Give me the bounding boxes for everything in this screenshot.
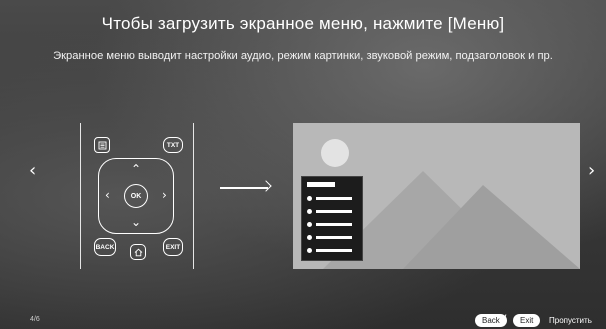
down-arrow-icon: ⌄ bbox=[131, 215, 142, 229]
home-button bbox=[130, 244, 146, 260]
prev-arrow-button[interactable]: ‹ bbox=[29, 160, 36, 181]
dpad: ⌃ ⌄ ‹ › OK bbox=[98, 158, 174, 234]
separator-slash: / bbox=[503, 312, 507, 326]
up-arrow-icon: ⌃ bbox=[131, 162, 142, 176]
menu-item bbox=[307, 195, 352, 201]
menu-icon bbox=[98, 141, 106, 149]
ok-button: OK bbox=[124, 184, 148, 208]
exit-button[interactable]: Exit bbox=[513, 314, 541, 327]
right-arrow-icon: › bbox=[162, 188, 167, 202]
menu-title-bar bbox=[307, 182, 335, 187]
menu-item bbox=[307, 234, 352, 240]
screen-preview bbox=[293, 123, 580, 269]
menu-item bbox=[307, 221, 352, 227]
skip-button[interactable]: Пропустить bbox=[549, 316, 592, 325]
left-arrow-icon: ‹ bbox=[105, 188, 110, 202]
menu-item bbox=[307, 208, 352, 214]
menu-button bbox=[94, 137, 110, 153]
osd-menu-panel bbox=[301, 176, 363, 261]
home-icon bbox=[134, 248, 142, 256]
next-arrow-button[interactable]: › bbox=[588, 160, 595, 181]
page-indicator: 4/6 bbox=[30, 316, 40, 323]
txt-button: TXT bbox=[163, 137, 183, 153]
exit-button-illustration: EXIT bbox=[163, 238, 183, 256]
back-button-illustration: BACK bbox=[94, 238, 116, 256]
page-title: Чтобы загрузить экранное меню, нажмите [… bbox=[101, 14, 505, 33]
page-subtitle: Экранное меню выводит настройки аудио, р… bbox=[53, 50, 553, 62]
remote-illustration: TXT ⌃ ⌄ ‹ › OK BACK EXIT bbox=[80, 123, 194, 269]
menu-item bbox=[307, 247, 352, 253]
